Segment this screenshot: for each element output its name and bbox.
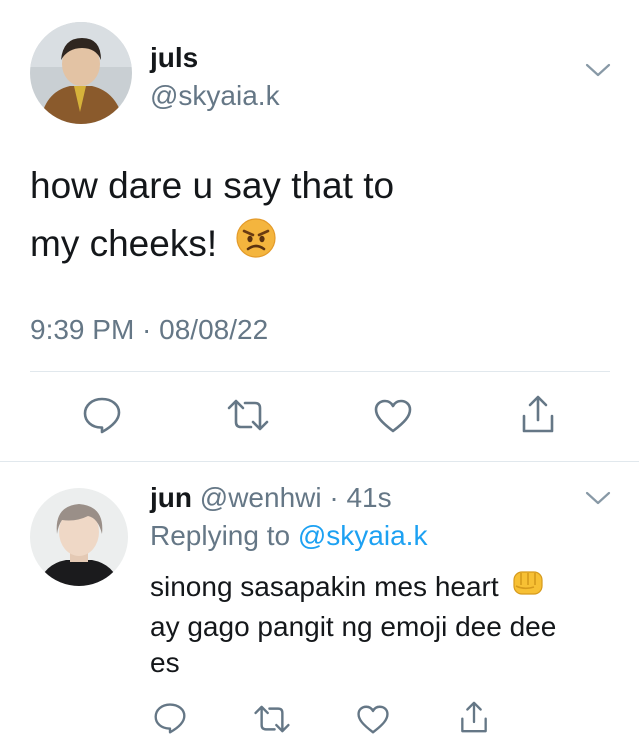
author-handle[interactable]: @skyaia.k: [150, 80, 280, 112]
replying-to-link[interactable]: @skyaia.k: [298, 520, 428, 551]
share-icon[interactable]: [520, 394, 556, 434]
avatar-photo-jun: [30, 488, 128, 586]
reply-icon[interactable]: [82, 396, 122, 434]
reply-reply-icon[interactable]: [153, 702, 187, 734]
reply-separator: ·: [321, 482, 347, 513]
tweet-divider: [30, 371, 610, 372]
reply-header: jun @wenhwi · 41s: [150, 480, 392, 516]
reply-share-icon[interactable]: [459, 700, 489, 734]
chevron-down-icon[interactable]: [585, 62, 611, 78]
reply-author-handle[interactable]: @wenhwi: [200, 482, 322, 513]
tweet-text-line-1: how dare u say that to: [30, 165, 395, 206]
reply-text-line-1: sinong sasapakin mes heart: [150, 566, 620, 609]
reply-text-line-1-text: sinong sasapakin mes heart: [150, 571, 499, 602]
angry-face-emoji: [235, 217, 277, 276]
reply-chevron-down-icon[interactable]: [585, 490, 611, 506]
reply-retweet-icon[interactable]: [253, 704, 291, 734]
reply-text: sinong sasapakin mes heart ay gago pangi…: [150, 566, 620, 681]
author-avatar[interactable]: [30, 22, 132, 124]
tweet-text: how dare u say that to my cheeks!: [30, 157, 590, 276]
retweet-icon[interactable]: [226, 398, 270, 432]
reply-author-avatar[interactable]: [30, 488, 128, 586]
reply-like-icon[interactable]: [356, 704, 390, 735]
replying-to: Replying to @skyaia.k: [150, 518, 427, 554]
reply-author-name[interactable]: jun: [150, 482, 192, 513]
section-divider: [0, 461, 639, 462]
like-icon[interactable]: [373, 398, 413, 434]
reply-text-line-3: es: [150, 647, 180, 678]
tweet-text-line-2-text: my cheeks!: [30, 223, 218, 264]
tweet-text-line-2: my cheeks!: [30, 215, 590, 276]
reply-time[interactable]: 41s: [346, 482, 391, 513]
tweet-timestamp[interactable]: 9:39 PM · 08/08/22: [30, 314, 268, 346]
reply-text-line-2: ay gago pangit ng emoji dee dee: [150, 611, 557, 642]
oncoming-fist-emoji: [510, 566, 546, 609]
replying-to-prefix: Replying to: [150, 520, 298, 551]
avatar-photo-juls: [30, 22, 132, 124]
author-name[interactable]: juls: [150, 42, 198, 74]
